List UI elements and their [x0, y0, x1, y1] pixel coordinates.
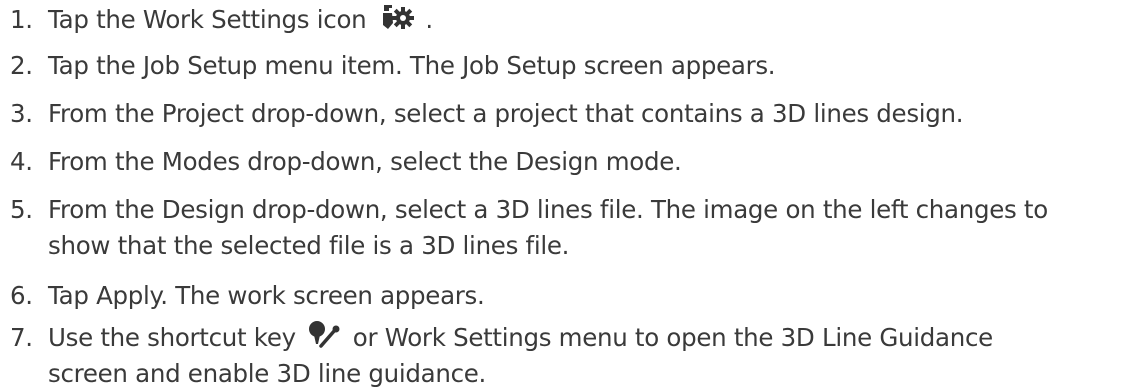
step-7-line-2: screen and enable 3D line guidance. [48, 359, 487, 388]
step-number: 1. [10, 5, 33, 34]
step-number: 3. [10, 99, 33, 128]
step-7-after-icon: or Work Settings menu to open the 3D Lin… [352, 323, 993, 352]
step-1: 1. Tap the Work Settings icon [0, 2, 1129, 38]
step-text: Tap the Job Setup menu item. The Job Set… [48, 51, 776, 80]
step-6: 6. Tap Apply. The work screen appears. [0, 278, 1129, 314]
step-text: Tap Apply. The work screen appears. [48, 281, 485, 310]
step-1-text: Tap the Work Settings icon [48, 5, 367, 34]
step-2: 2. Tap the Job Setup menu item. The Job … [0, 48, 1129, 84]
step-5-line-1: From the Design drop-down, select a 3D l… [48, 195, 1048, 224]
step-number: 5. [10, 195, 33, 224]
step-5: 5. From the Design drop-down, select a 3… [0, 192, 1129, 260]
step-3: 3. From the Project drop-down, select a … [0, 96, 1129, 132]
step-5-line-2: show that the selected file is a 3D line… [48, 231, 570, 260]
step-7: 7. Use the shortcut key or Work Settings… [0, 320, 1129, 388]
instruction-steps: 1. Tap the Work Settings icon [0, 0, 1129, 392]
step-text: Tap the Work Settings icon . [48, 2, 1119, 38]
step-number: 6. [10, 281, 33, 310]
step-4: 4. From the Modes drop-down, select the … [0, 144, 1129, 180]
step-number: 2. [10, 51, 33, 80]
step-text: From the Modes drop-down, select the Des… [48, 147, 682, 176]
step-text: Use the shortcut key or Work Settings me… [48, 320, 1119, 392]
step-7-before-icon: Use the shortcut key [48, 323, 296, 352]
step-7-line-1: Use the shortcut key or Work Settings me… [48, 320, 1119, 356]
step-number: 7. [10, 323, 33, 352]
step-text: From the Design drop-down, select a 3D l… [48, 192, 1119, 264]
step-text: From the Project drop-down, select a pro… [48, 99, 964, 128]
step-1-suffix: . [425, 5, 433, 34]
step-number: 4. [10, 147, 33, 176]
work-settings-icon [380, 3, 416, 33]
line-guidance-shortcut-icon [307, 320, 341, 350]
